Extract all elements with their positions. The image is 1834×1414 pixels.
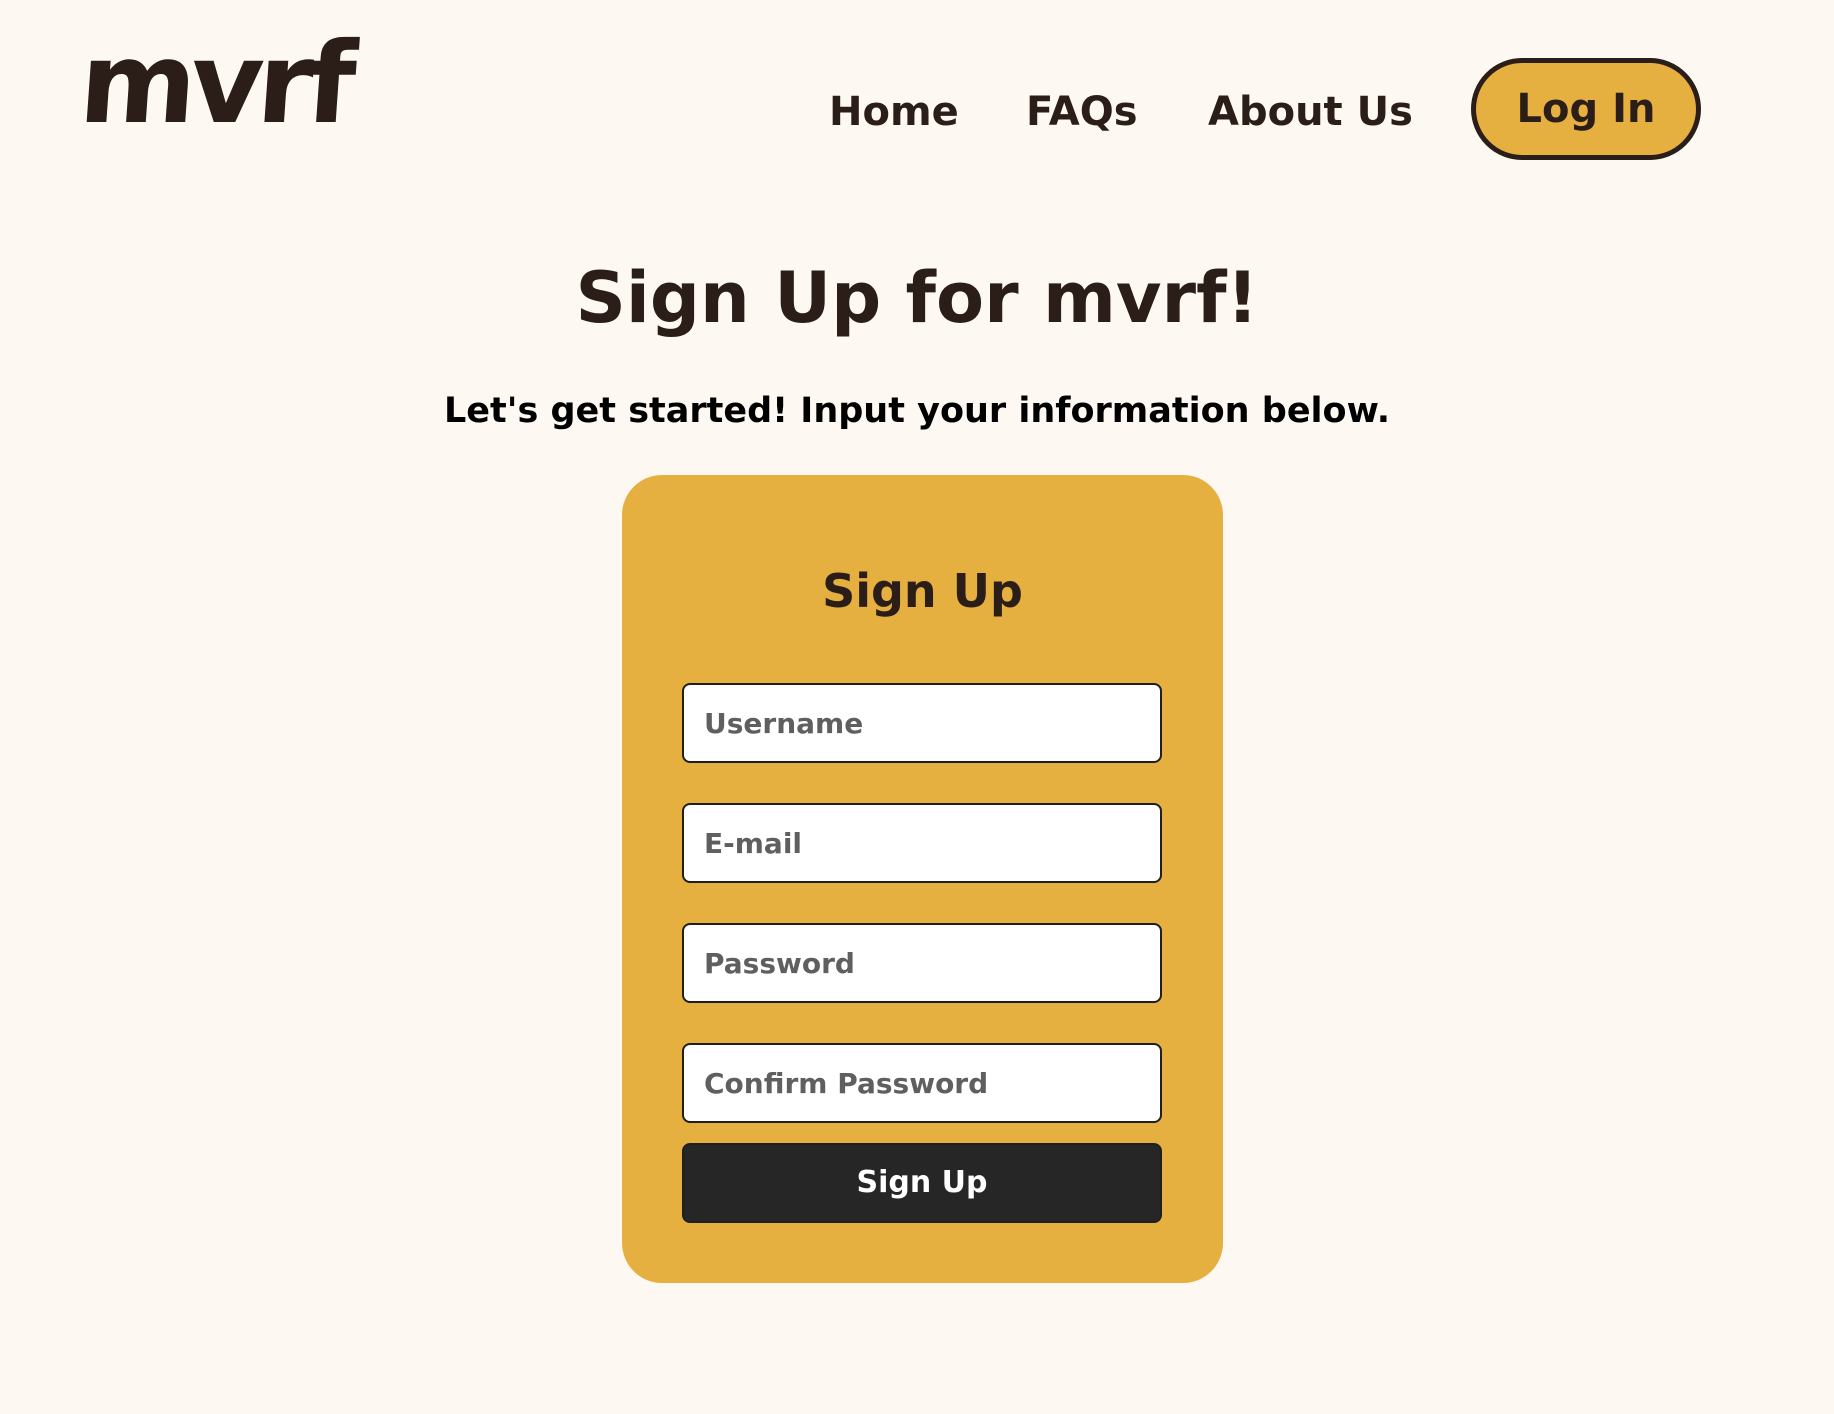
username-input[interactable] xyxy=(682,683,1162,763)
signup-form-title: Sign Up xyxy=(822,564,1023,618)
signup-submit-button[interactable]: Sign Up xyxy=(682,1143,1162,1223)
login-button[interactable]: Log In xyxy=(1471,58,1701,160)
page-subtitle: Let's get started! Input your informatio… xyxy=(443,391,1390,431)
password-input[interactable] xyxy=(682,923,1162,1003)
main-nav: Home FAQs About Us Log In xyxy=(0,58,1834,166)
nav-link-home[interactable]: Home xyxy=(829,88,959,136)
page-title: Sign Up for mvrf! xyxy=(575,257,1259,339)
nav-link-faqs[interactable]: FAQs xyxy=(1026,88,1138,136)
signup-form-card: Sign Up Sign Up xyxy=(622,475,1223,1283)
email-input[interactable] xyxy=(682,803,1162,883)
confirm-password-input[interactable] xyxy=(682,1043,1162,1123)
nav-link-about-us[interactable]: About Us xyxy=(1208,88,1413,136)
